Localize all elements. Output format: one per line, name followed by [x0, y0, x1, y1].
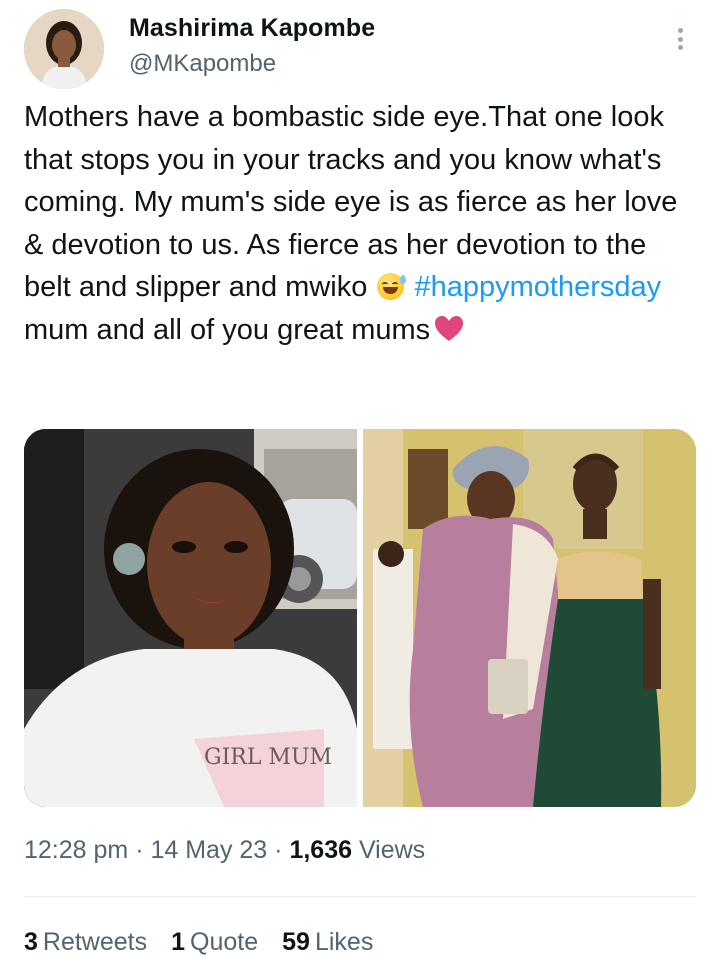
grinning-sweat-emoji-icon: [377, 273, 407, 300]
tweet-text-part2: mum and all of you great mums: [24, 313, 431, 346]
likes-label: Likes: [314, 928, 374, 956]
views-label: Views: [352, 836, 426, 864]
more-dot-icon: [677, 45, 683, 50]
author-avatar[interactable]: [24, 9, 104, 89]
retweets-label: Retweets: [42, 928, 148, 956]
meta-separator: ·: [267, 836, 290, 864]
heart-emoji-icon: [435, 315, 464, 341]
tweet-meta: 12:28 pm · 14 May 23 · 1,636 Views: [24, 836, 425, 865]
avatar-portrait-icon: [24, 9, 104, 89]
engagement-stats: 3 Retweets 1 Quote 59 Likes: [24, 928, 373, 957]
likes-stat[interactable]: 59 Likes: [282, 928, 373, 957]
views-count: 1,636: [289, 836, 352, 864]
retweets-count: 3: [24, 928, 38, 956]
selfie-photo-image: GIRL MUM: [24, 429, 357, 807]
more-dot-icon: [677, 28, 683, 33]
tweet-date[interactable]: 14 May 23: [150, 836, 267, 864]
divider: [24, 896, 696, 897]
svg-text:GIRL MUM: GIRL MUM: [204, 745, 332, 770]
tweet-text: Mothers have a bombastic side eye.That o…: [24, 96, 696, 351]
mother-daughter-photo-image: [363, 429, 696, 807]
mother-daughter-photo[interactable]: [363, 429, 696, 807]
retweets-stat[interactable]: 3 Retweets: [24, 928, 147, 957]
likes-count: 59: [282, 928, 310, 956]
author-handle[interactable]: @MKapombe: [129, 50, 276, 78]
hashtag-link[interactable]: #happymothersday: [414, 271, 661, 303]
tweet-time[interactable]: 12:28 pm: [24, 836, 128, 864]
tweet-media[interactable]: GIRL MUM: [24, 429, 696, 807]
quotes-stat[interactable]: 1 Quote: [171, 928, 258, 957]
tweet-header: Mashirima Kapombe @MKapombe: [0, 0, 719, 96]
selfie-photo[interactable]: GIRL MUM: [24, 429, 357, 807]
quotes-label: Quote: [190, 928, 259, 956]
more-options-button[interactable]: [668, 22, 692, 56]
quotes-count: 1: [171, 928, 186, 956]
meta-separator: ·: [128, 836, 151, 864]
author-name[interactable]: Mashirima Kapombe: [129, 14, 375, 43]
more-dot-icon: [677, 36, 683, 42]
